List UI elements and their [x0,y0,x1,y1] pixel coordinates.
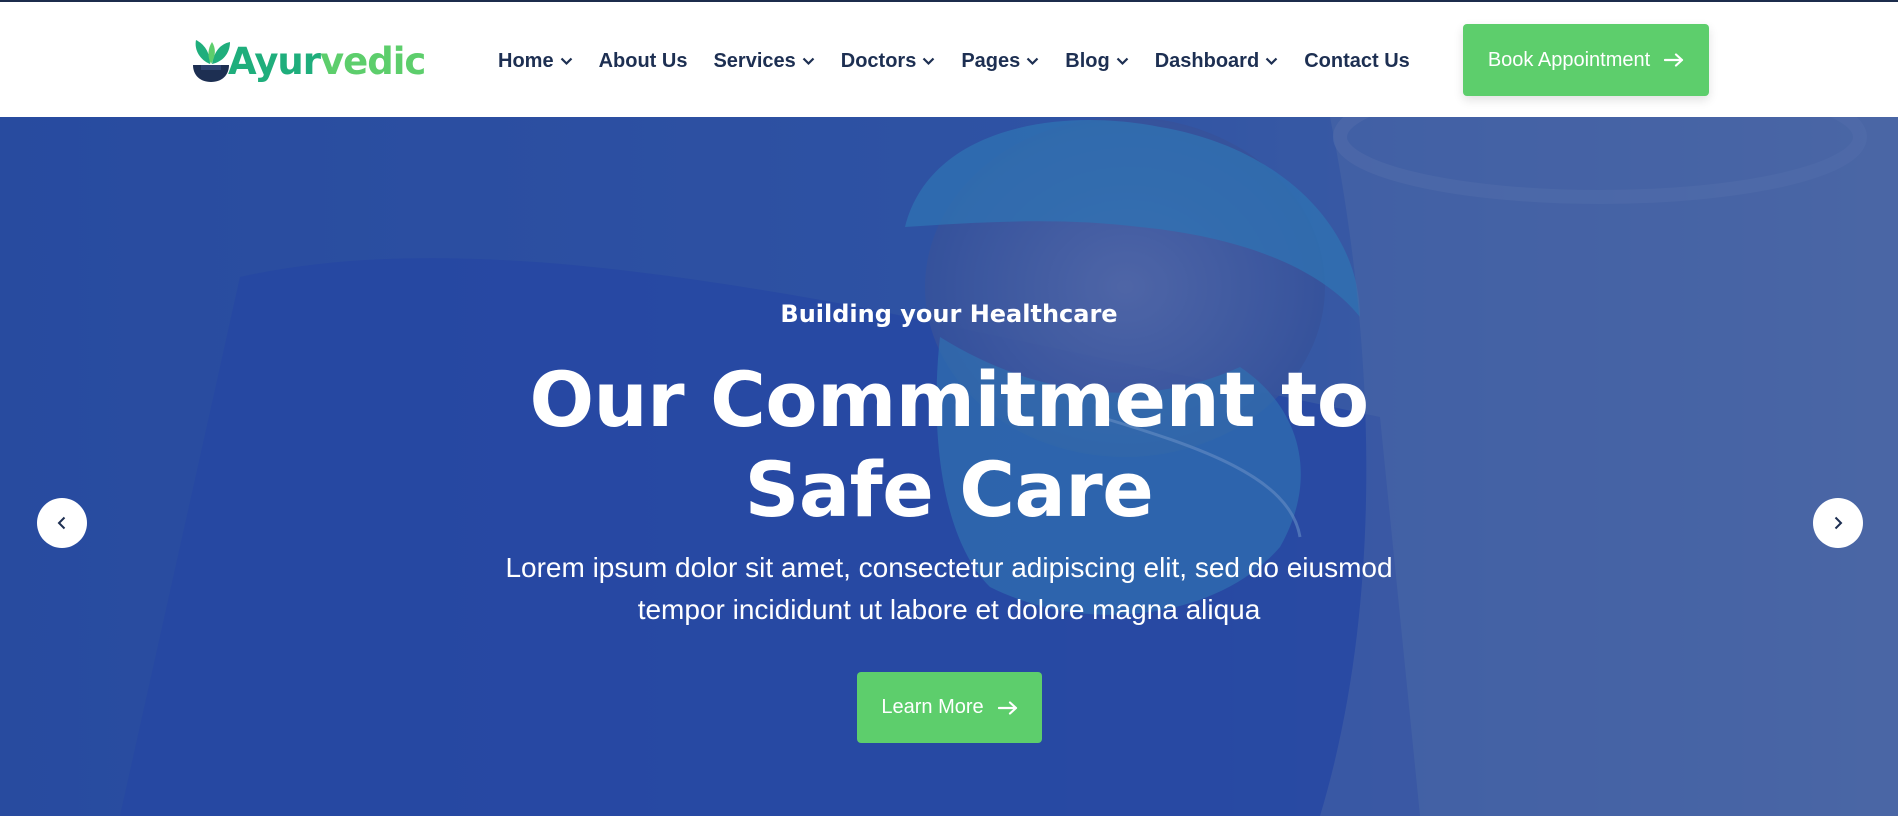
learn-more-label: Learn More [881,696,984,718]
chevron-down-icon [802,57,815,65]
nav-item-doctors[interactable]: Doctors [841,50,936,73]
nav-item-blog[interactable]: Blog [1065,50,1128,73]
chevron-down-icon [560,57,572,65]
nav-item-label: Blog [1065,49,1110,72]
learn-more-button[interactable]: Learn More [857,672,1042,743]
nav-item-pages[interactable]: Pages [961,50,1039,73]
hero-description-line2: tempor incididunt ut labore et dolore ma… [637,594,1261,625]
nav-item-label: Dashboard [1154,49,1260,72]
brand-logo[interactable]: Ayurvedic [190,36,426,86]
nav-item-label: Pages [961,49,1021,72]
nav-item-label: Contact Us [1304,49,1410,72]
hero-title: Our Commitment to Safe Care [500,355,1398,535]
brand-name: Ayurvedic [228,39,426,83]
nav-item-home[interactable]: Home [498,50,573,73]
chevron-left-icon [57,516,66,530]
brand-name-part1: Ayur [228,39,321,83]
nav-item-label: About Us [598,49,688,72]
slider-prev-button[interactable] [37,498,87,548]
slider-next-button[interactable] [1813,498,1863,548]
arrow-right-icon [997,700,1017,715]
nav-item-about-us[interactable]: About Us [599,50,688,73]
main-nav: Home About Us Services Doctors Pages Blo… [498,46,1410,76]
hero-description-line1: Lorem ipsum dolor sit amet, consectetur … [505,552,1393,583]
chevron-right-icon [1834,516,1843,530]
site-header: Ayurvedic Home About Us Services Doctors… [0,2,1898,117]
chevron-down-icon [1265,57,1278,65]
chevron-down-icon [1116,57,1128,65]
book-appointment-button[interactable]: Book Appointment [1463,24,1709,96]
brand-name-part2: vedic [320,39,426,83]
hero-description: Lorem ipsum dolor sit amet, consectetur … [480,547,1418,631]
hero-title-line2: Safe Care [744,445,1154,534]
hero-subtitle: Building your Healthcare [780,300,1118,328]
nav-item-label: Doctors [840,49,917,72]
book-appointment-label: Book Appointment [1487,48,1651,71]
hero-slider: Building your Healthcare Our Commitment … [0,117,1898,816]
chevron-down-icon [923,57,935,65]
nav-item-label: Home [498,49,554,72]
nav-item-services[interactable]: Services [713,49,815,73]
chevron-down-icon [1027,57,1039,65]
nav-item-label: Services [713,49,796,72]
hero-title-line1: Our Commitment to [529,355,1369,444]
leaf-bowl-icon [193,40,230,82]
arrow-right-icon [1664,53,1684,67]
nav-item-dashboard[interactable]: Dashboard [1155,50,1278,73]
nav-item-contact-us[interactable]: Contact Us [1304,50,1410,73]
